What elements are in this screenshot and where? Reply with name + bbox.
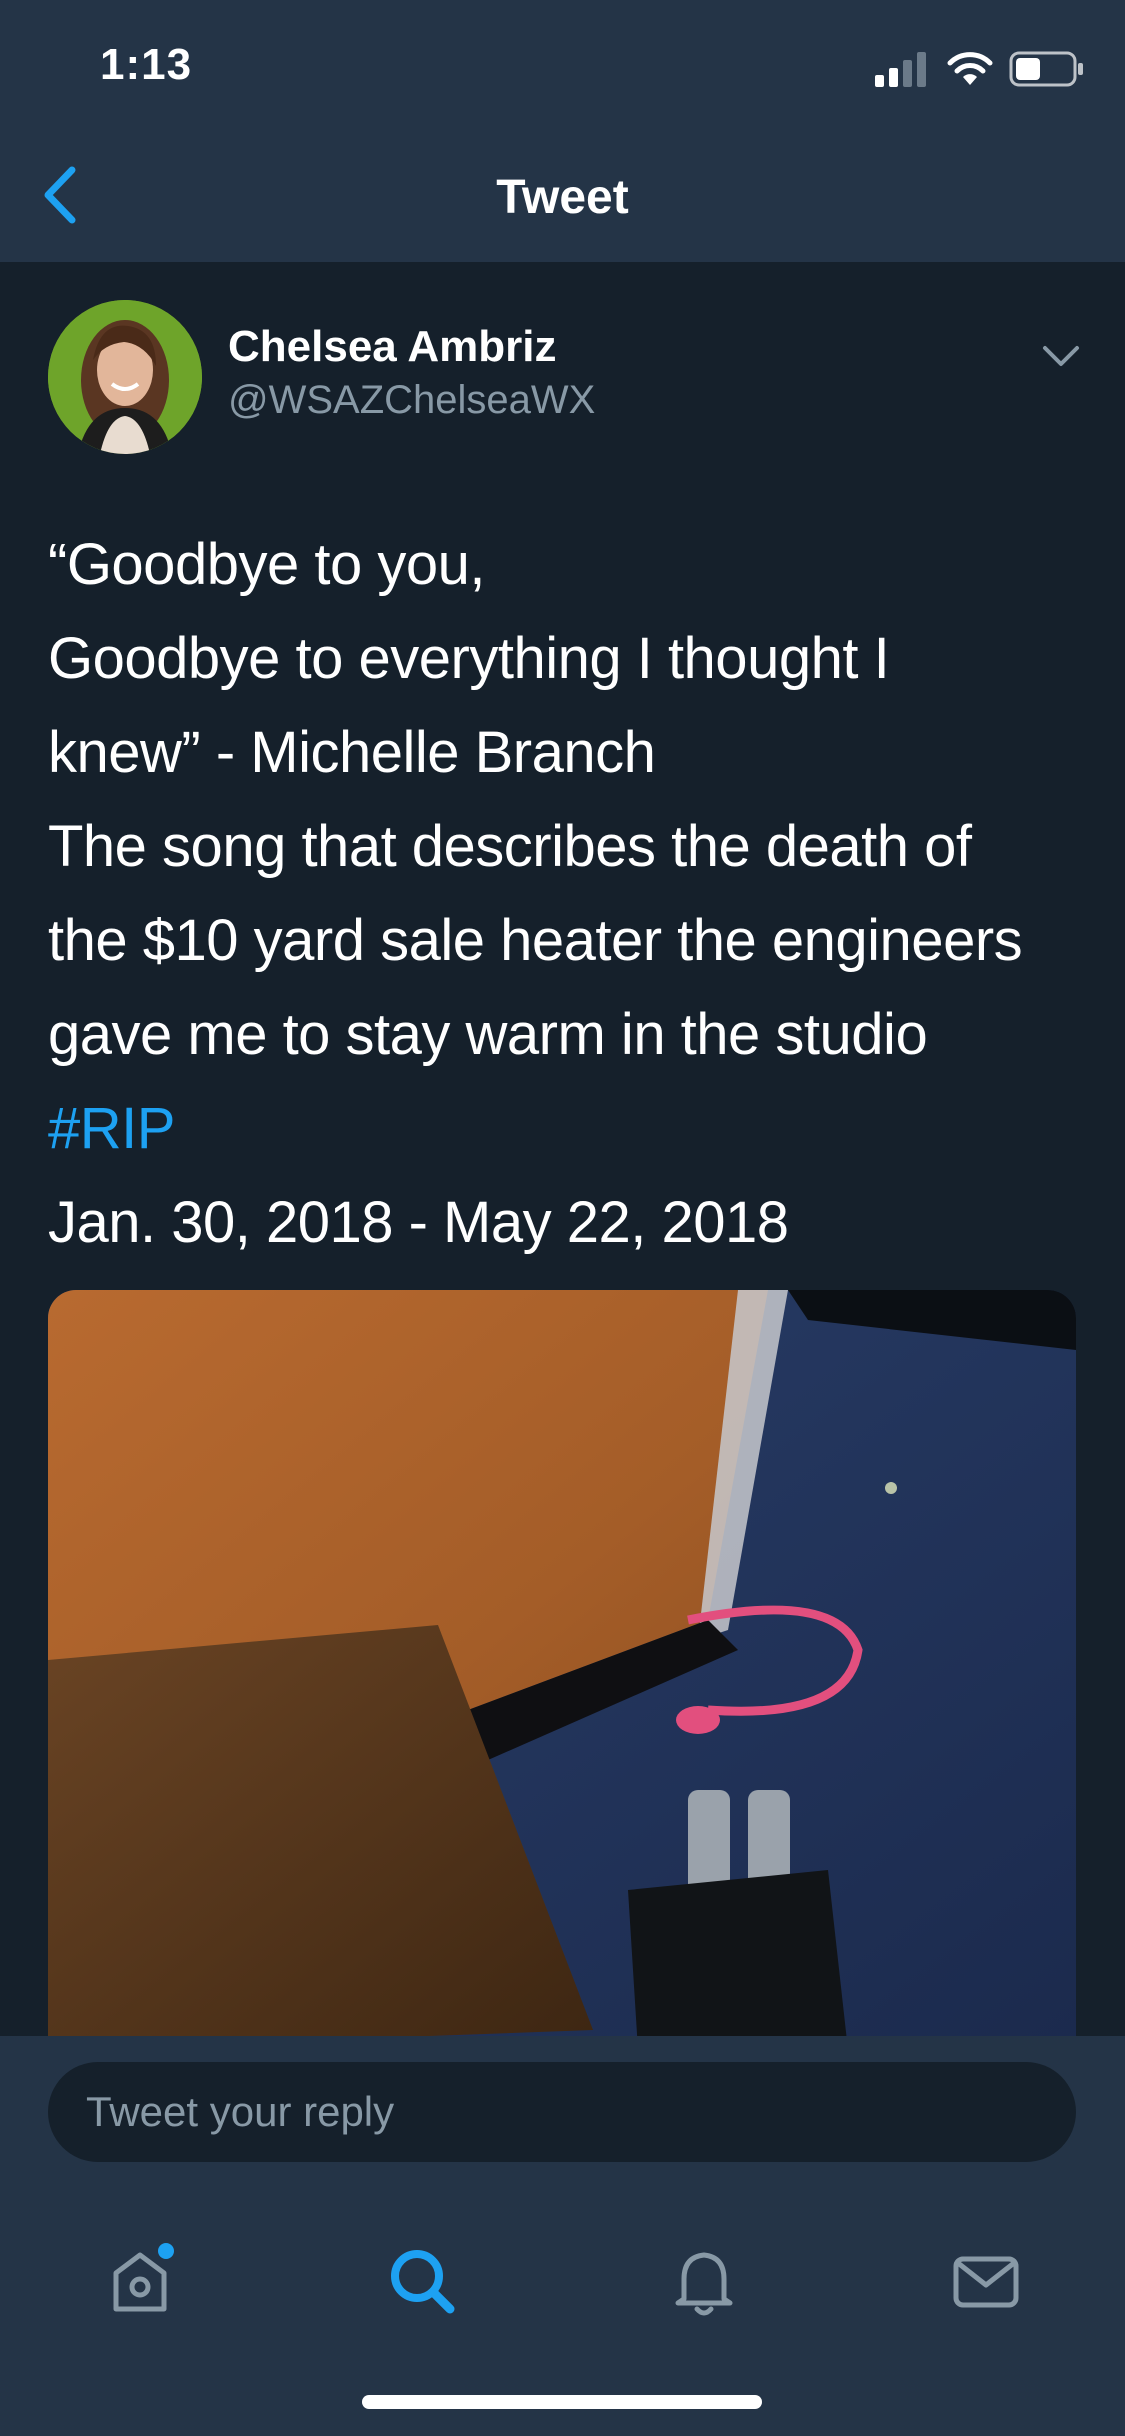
search-icon	[391, 2250, 455, 2314]
avatar[interactable]	[48, 300, 202, 454]
tweet-photo[interactable]	[48, 1290, 1076, 2050]
tab-messages[interactable]	[936, 2231, 1036, 2331]
chevron-down-icon[interactable]	[1037, 340, 1085, 372]
tweet-date-range: Jan. 30, 2018 - May 22, 2018	[48, 1190, 789, 1255]
hashtag-link[interactable]: #RIP	[48, 1082, 1088, 1176]
top-header: 1:13 Tweet	[0, 0, 1125, 262]
tweet-line: the $10 yard sale heater the engineers	[48, 908, 1023, 973]
author-name[interactable]: Chelsea Ambriz	[228, 322, 556, 372]
mail-icon	[953, 2256, 1019, 2308]
reply-bar	[0, 2036, 1125, 2171]
tweet-text: “Goodbye to you, Goodbye to everything I…	[48, 518, 1088, 1270]
tweet-line: Goodbye to everything I thought I	[48, 626, 890, 691]
tab-home[interactable]	[90, 2231, 190, 2331]
home-indicator[interactable]	[362, 2395, 762, 2409]
reply-input[interactable]	[48, 2062, 1076, 2162]
home-icon	[113, 2243, 174, 2312]
page-title: Tweet	[496, 171, 629, 224]
battery-icon	[1009, 51, 1083, 87]
avatar-image	[48, 300, 202, 454]
author-handle[interactable]: @WSAZChelseaWX	[228, 378, 595, 423]
signal-icon	[875, 52, 926, 87]
tab-search[interactable]	[372, 2231, 472, 2331]
tweet-line: gave me to stay warm in the studio	[48, 1002, 928, 1067]
tab-notifications[interactable]	[654, 2231, 754, 2331]
tweet-line: “Goodbye to you,	[48, 532, 485, 597]
notification-dot	[158, 2243, 174, 2259]
tweet-line: knew” - Michelle Branch	[48, 720, 656, 785]
status-icons	[875, 44, 1085, 94]
bell-icon	[675, 2252, 733, 2316]
status-time: 1:13	[100, 40, 193, 89]
tweet-line: The song that describes the death of	[48, 814, 972, 879]
wifi-icon	[947, 52, 993, 85]
tweet-photo-image	[48, 1290, 1076, 2050]
